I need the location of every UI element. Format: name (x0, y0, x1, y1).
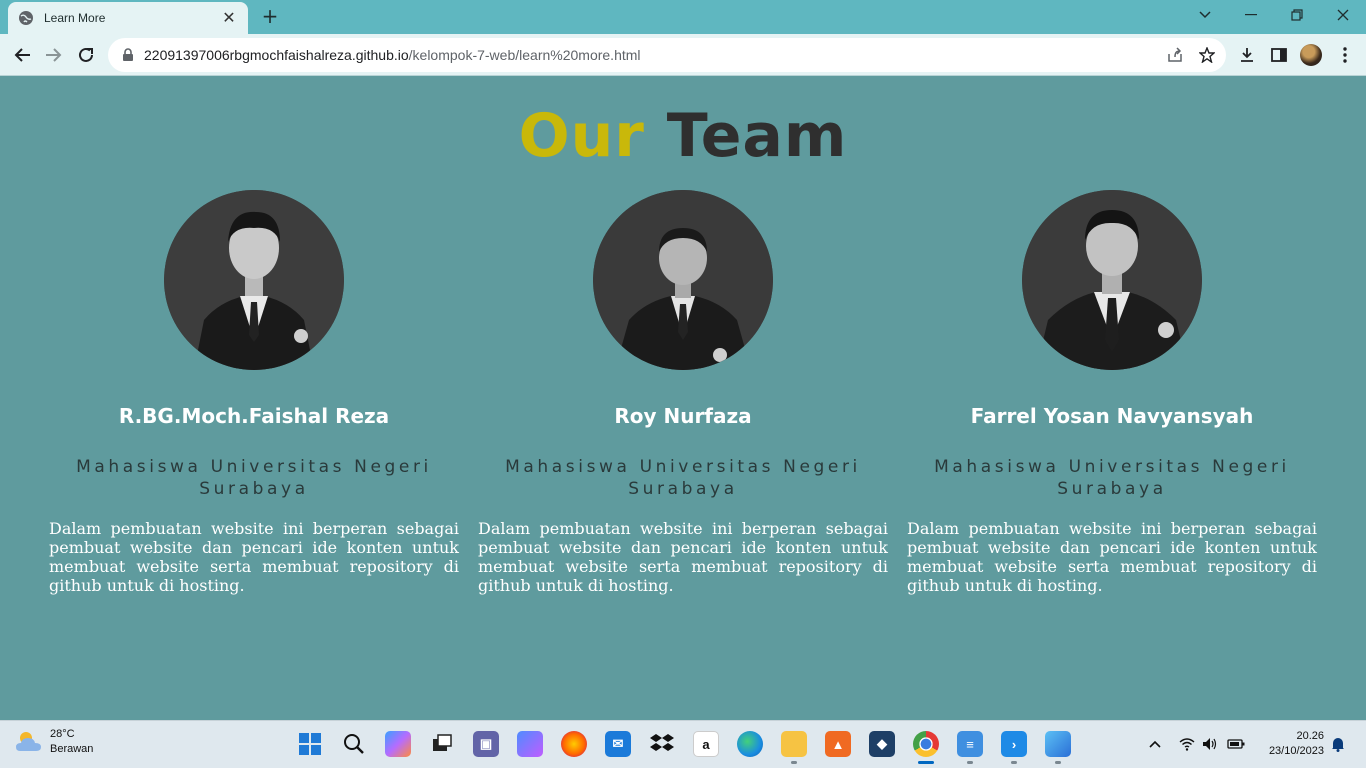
address-bar[interactable]: 22091397006rbgmochfaishalreza.github.io/… (108, 38, 1226, 72)
tab-title: Learn More (44, 11, 106, 25)
weather-widget[interactable]: 28°C Berawan (14, 727, 93, 757)
browser-tab-strip: Learn More ✕ + (0, 0, 1366, 34)
wifi-icon[interactable] (1178, 735, 1196, 753)
search-icon[interactable] (341, 731, 367, 757)
member-description: Dalam pembuatan website ini berperan seb… (478, 519, 888, 595)
page-content: Our Team R.BG.Moch.Faishal Reza Mahasisw… (0, 77, 1366, 720)
member-photo (1022, 190, 1202, 370)
reload-icon[interactable] (72, 41, 100, 69)
forward-arrow-icon[interactable] (40, 41, 68, 69)
clock-date: 23/10/2023 (1268, 745, 1324, 757)
new-tab-button[interactable]: + (258, 5, 282, 29)
weather-description: Berawan (50, 743, 94, 755)
back-arrow-icon[interactable] (8, 41, 36, 69)
battery-icon[interactable] (1227, 735, 1245, 753)
clock-time: 20.26 (1296, 730, 1324, 742)
page-title: Our Team (0, 101, 1366, 171)
url-text: 22091397006rbgmochfaishalreza.github.io/… (144, 47, 641, 63)
member-name: Farrel Yosan Navyansyah (970, 404, 1254, 428)
notepad-icon[interactable]: ≡ (957, 731, 983, 757)
member-role: Mahasiswa Universitas Negeri Surabaya (934, 457, 1290, 499)
profile-avatar[interactable] (1300, 44, 1322, 66)
windows-start-icon[interactable] (297, 731, 323, 757)
mail-icon[interactable]: ✉ (605, 731, 631, 757)
dropbox-icon[interactable] (649, 731, 675, 757)
notification-bell-icon[interactable] (1329, 735, 1347, 753)
vscode-icon[interactable]: › (1001, 731, 1027, 757)
bookmark-star-icon[interactable] (1198, 46, 1216, 64)
running-indicator (1055, 761, 1061, 764)
copilot-icon[interactable] (385, 731, 411, 757)
teams-icon[interactable]: ▣ (473, 731, 499, 757)
active-app-indicator (918, 761, 934, 764)
widget-app-icon[interactable] (517, 731, 543, 757)
amazon-icon[interactable]: a (693, 731, 719, 757)
member-description: Dalam pembuatan website ini berperan seb… (907, 519, 1317, 595)
volume-icon[interactable] (1201, 735, 1219, 753)
member-name: Roy Nurfaza (614, 404, 752, 428)
download-icon[interactable] (1236, 44, 1258, 66)
title-rest: Team (666, 101, 848, 171)
team-member-card: Roy Nurfaza Mahasiswa Universitas Negeri… (478, 190, 888, 595)
member-photo (164, 190, 344, 370)
running-indicator (1011, 761, 1017, 764)
team-member-card: Farrel Yosan Navyansyah Mahasiswa Univer… (907, 190, 1317, 595)
office-app-icon[interactable]: ▲ (825, 731, 851, 757)
browser-toolbar: 22091397006rbgmochfaishalreza.github.io/… (0, 34, 1366, 76)
database-app-icon[interactable]: ◆ (869, 731, 895, 757)
close-tab-icon[interactable]: ✕ (220, 9, 238, 27)
tab-search-icon[interactable] (1182, 0, 1228, 30)
running-indicator (967, 761, 973, 764)
team-member-card: R.BG.Moch.Faishal Reza Mahasiswa Univers… (49, 190, 459, 595)
running-indicator (791, 761, 797, 764)
member-role: Mahasiswa Universitas Negeri Surabaya (76, 457, 432, 499)
member-photo (593, 190, 773, 370)
restore-button[interactable] (1274, 0, 1320, 30)
more-menu-icon[interactable] (1334, 44, 1356, 66)
title-accent: Our (518, 101, 645, 171)
chevron-up-icon[interactable] (1146, 735, 1164, 753)
firefox-icon[interactable] (561, 731, 587, 757)
taskbar: 28°C Berawan ▣ ✉ a ▲ ◆ ≡ › 20.26 23/10/2… (0, 720, 1366, 768)
cloudy-weather-icon (16, 732, 41, 751)
browser-tab[interactable]: Learn More ✕ (8, 2, 248, 34)
task-view-icon[interactable] (429, 731, 455, 757)
file-explorer-icon[interactable] (781, 731, 807, 757)
member-description: Dalam pembuatan website ini berperan seb… (49, 519, 459, 595)
minimize-button[interactable] (1228, 0, 1274, 30)
photos-icon[interactable] (1045, 731, 1071, 757)
chrome-icon[interactable] (913, 731, 939, 757)
close-window-button[interactable] (1320, 0, 1366, 30)
system-clock[interactable]: 20.26 23/10/2023 (1256, 729, 1324, 759)
lock-icon[interactable] (122, 48, 136, 62)
member-name: R.BG.Moch.Faishal Reza (118, 404, 390, 428)
side-panel-icon[interactable] (1268, 44, 1290, 66)
globe-icon (18, 10, 34, 26)
member-role: Mahasiswa Universitas Negeri Surabaya (505, 457, 861, 499)
edge-icon[interactable] (737, 731, 763, 757)
share-icon[interactable] (1166, 46, 1184, 64)
weather-temperature: 28°C (50, 728, 75, 740)
